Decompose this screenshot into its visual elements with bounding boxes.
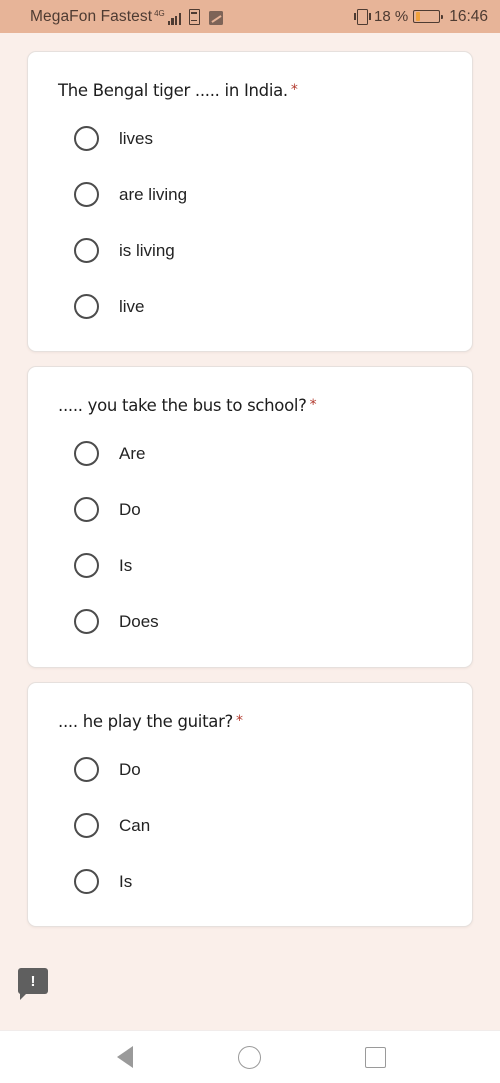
signal-bars-icon	[167, 12, 181, 25]
option-label: Do	[119, 759, 141, 779]
battery-percent-label: 18 %	[374, 8, 409, 25]
option-row[interactable]: Can	[74, 810, 448, 840]
option-row[interactable]: lives	[74, 123, 448, 153]
option-row[interactable]: Is	[74, 866, 448, 896]
radio-button-icon[interactable]	[74, 812, 99, 838]
nav-back-button[interactable]	[101, 1033, 149, 1081]
option-row[interactable]: Do	[74, 754, 448, 784]
required-asterisk: *	[290, 82, 298, 98]
back-triangle-icon	[116, 1046, 133, 1068]
radio-button-icon[interactable]	[74, 756, 99, 782]
option-row[interactable]: Does	[74, 607, 448, 637]
sim-card-icon	[188, 8, 200, 25]
option-list: lives are living is living live	[52, 123, 448, 321]
question-text: The Bengal tiger ..... in India. *	[58, 80, 448, 101]
option-row[interactable]: live	[74, 291, 448, 321]
app-notification-icon	[208, 10, 223, 25]
option-row[interactable]: is living	[74, 235, 448, 265]
option-row[interactable]: Is	[74, 551, 448, 581]
radio-button-icon[interactable]	[74, 868, 99, 894]
radio-button-icon[interactable]	[74, 441, 99, 467]
exclamation-icon[interactable]: !	[18, 968, 48, 1000]
required-asterisk: *	[236, 712, 243, 729]
question-label: .... he play the guitar?	[58, 711, 234, 731]
battery-icon	[413, 10, 444, 23]
radio-button-icon[interactable]	[74, 553, 99, 579]
radio-button-icon[interactable]	[74, 181, 99, 207]
option-list: Do Can Is	[52, 754, 448, 896]
option-row[interactable]: are living	[74, 179, 448, 209]
option-label: Is	[119, 871, 133, 891]
android-navigation-bar	[0, 1030, 500, 1083]
radio-button-icon[interactable]	[74, 609, 99, 635]
network-type-label: 4G	[154, 8, 165, 18]
option-label: live	[119, 296, 145, 316]
radio-button-icon[interactable]	[74, 293, 99, 319]
vibrate-mode-icon	[354, 8, 371, 25]
radio-button-icon[interactable]	[74, 125, 99, 151]
battery-fill	[415, 12, 420, 21]
home-circle-icon	[238, 1045, 262, 1069]
warning-bubble-label: !	[30, 972, 36, 990]
option-label: lives	[119, 128, 154, 148]
option-label: Are	[119, 444, 146, 464]
required-asterisk: *	[309, 397, 317, 414]
question-text: .... he play the guitar? *	[58, 711, 448, 732]
option-label: Does	[119, 612, 159, 632]
radio-button-icon[interactable]	[74, 497, 99, 523]
question-label: The Bengal tiger ..... in India.	[58, 81, 288, 100]
question-label: ..... you take the bus to school?	[58, 396, 307, 416]
option-label: Is	[119, 556, 133, 576]
question-card: .... he play the guitar? * Do Can Is	[27, 681, 473, 928]
nav-recents-button[interactable]	[351, 1033, 399, 1081]
form-scroll-area[interactable]: The Bengal tiger ..... in India. * lives ar…	[0, 33, 500, 1030]
clock-label: 16:46	[449, 7, 488, 25]
question-card: The Bengal tiger ..... in India. * lives ar…	[27, 51, 473, 353]
recents-square-icon	[364, 1046, 386, 1068]
question-text: ..... you take the bus to school? *	[58, 395, 448, 416]
question-card: ..... you take the bus to school? * Are Do I…	[27, 366, 473, 668]
option-label: Can	[119, 815, 151, 835]
option-label: is living	[119, 240, 175, 260]
nav-home-button[interactable]	[226, 1033, 274, 1081]
radio-button-icon[interactable]	[74, 237, 99, 263]
option-label: Do	[119, 500, 141, 520]
status-bar-left: MegaFon Fastest 4G	[30, 8, 223, 25]
option-label: are living	[119, 184, 188, 204]
carrier-label: MegaFon Fastest	[30, 8, 153, 25]
status-bar-right: 18 % 16:46	[354, 7, 488, 26]
option-row[interactable]: Do	[74, 495, 448, 525]
option-list: Are Do Is Does	[52, 439, 448, 637]
status-bar: MegaFon Fastest 4G 18 % 16:46	[0, 0, 500, 33]
option-row[interactable]: Are	[74, 439, 448, 469]
